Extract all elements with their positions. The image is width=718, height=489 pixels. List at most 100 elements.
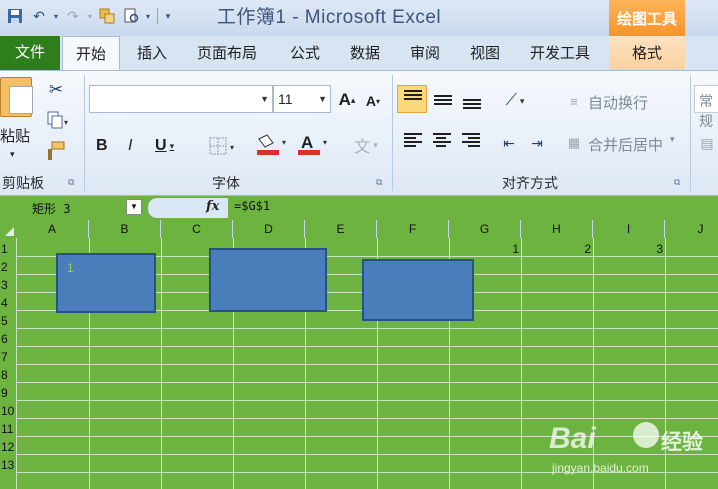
- align-left-icon[interactable]: [402, 133, 424, 153]
- drawing-tools-header: 绘图工具: [609, 0, 685, 36]
- tab-review[interactable]: 审阅: [398, 36, 452, 70]
- chevron-down-icon[interactable]: ▼: [126, 199, 142, 215]
- svg-text:▾: ▾: [64, 118, 68, 127]
- wrap-text-button[interactable]: 自动换行: [588, 92, 648, 113]
- font-name-combo[interactable]: ▼: [89, 85, 273, 113]
- watermark-brand: Bai: [549, 422, 596, 455]
- tab-data[interactable]: 数据: [338, 36, 392, 70]
- column-header-d[interactable]: D: [233, 220, 305, 238]
- column-header-e[interactable]: E: [305, 220, 377, 238]
- row-header-8[interactable]: 8: [0, 368, 16, 382]
- column-header-a[interactable]: A: [16, 220, 89, 238]
- decrease-indent-icon[interactable]: ⇤: [497, 131, 521, 155]
- number-format-combo[interactable]: 常规: [694, 85, 718, 129]
- row-header-5[interactable]: 5: [0, 314, 16, 328]
- align-right-icon[interactable]: [460, 133, 482, 153]
- wrap-text-icon: ≡: [570, 93, 578, 109]
- alignment-group-label: 对齐方式: [502, 175, 558, 191]
- increase-indent-icon[interactable]: ⇥: [525, 131, 549, 155]
- column-header-g[interactable]: G: [449, 220, 521, 238]
- orientation-icon[interactable]: ⟋ ▾: [498, 89, 532, 113]
- align-center-icon[interactable]: [431, 133, 453, 153]
- rectangle-shape-2[interactable]: [209, 248, 327, 312]
- insert-function-button[interactable]: fx: [206, 199, 219, 214]
- svg-text:▾: ▾: [230, 143, 234, 152]
- watermark-brand2: 经验: [661, 431, 703, 454]
- tab-insert[interactable]: 插入: [126, 36, 178, 70]
- name-box[interactable]: 矩形 3 ▼: [2, 198, 144, 218]
- row-header-2[interactable]: 2: [0, 260, 16, 274]
- font-launcher-icon[interactable]: ⧉: [376, 177, 382, 188]
- shrink-font-icon[interactable]: A ▾: [362, 91, 384, 111]
- chevron-down-icon: ▼: [260, 94, 269, 104]
- cell-h1[interactable]: 2: [521, 242, 591, 256]
- format-painter-icon[interactable]: [42, 139, 68, 163]
- borders-button[interactable]: ▾: [204, 133, 244, 159]
- alignment-launcher-icon[interactable]: ⧉: [674, 177, 680, 188]
- tab-file[interactable]: 文件: [0, 36, 60, 70]
- row-header-6[interactable]: 6: [0, 332, 16, 346]
- accounting-format-icon[interactable]: ▤: [696, 131, 718, 155]
- cut-icon[interactable]: ✂: [44, 79, 68, 101]
- shape-text: 1: [67, 261, 74, 275]
- tab-view[interactable]: 视图: [458, 36, 512, 70]
- tab-page-layout[interactable]: 页面布局: [186, 36, 268, 70]
- rectangle-shape-3[interactable]: [362, 259, 474, 321]
- italic-button[interactable]: I: [128, 133, 132, 159]
- select-all-button[interactable]: [0, 220, 16, 238]
- merge-center-button[interactable]: 合并后居中: [588, 134, 663, 155]
- clipboard-launcher-icon[interactable]: ⧉: [68, 177, 74, 188]
- font-size-combo[interactable]: 11 ▼: [273, 85, 331, 113]
- row-header-13[interactable]: 13: [0, 458, 16, 472]
- name-box-value: 矩形 3: [32, 202, 71, 216]
- rectangle-shape-1[interactable]: 1: [56, 253, 156, 313]
- font-group-label: 字体: [212, 175, 240, 191]
- row-header-1[interactable]: 1: [0, 242, 16, 256]
- underline-button[interactable]: U ▾: [155, 133, 174, 159]
- chevron-down-icon[interactable]: ▾: [670, 134, 675, 145]
- paste-icon: [0, 77, 33, 117]
- fill-color-button[interactable]: ▾: [253, 131, 293, 159]
- bold-label: B: [96, 137, 108, 154]
- gridline: [16, 364, 718, 365]
- row-header-9[interactable]: 9: [0, 386, 16, 400]
- svg-text:A: A: [301, 133, 313, 152]
- column-header-j[interactable]: J: [665, 220, 718, 238]
- column-header-h[interactable]: H: [521, 220, 593, 238]
- row-header-7[interactable]: 7: [0, 350, 16, 364]
- cell-i1[interactable]: 3: [593, 242, 663, 256]
- top-align-button[interactable]: [397, 85, 427, 113]
- font-color-button[interactable]: A ▾: [294, 131, 334, 159]
- middle-align-icon[interactable]: [432, 95, 454, 115]
- phonetic-guide-icon[interactable]: 文 ▾: [345, 131, 387, 159]
- watermark-url: jingyan.baidu.com: [552, 461, 649, 475]
- tab-format[interactable]: 格式: [609, 36, 685, 70]
- column-header-f[interactable]: F: [377, 220, 449, 238]
- title-bar: ↶ ▾ ↷ ▾ ▾ ▾ 工作簿1 - Microsoft Excel 绘图工具: [0, 0, 718, 36]
- ribbon-tabs: 文件 开始 插入 页面布局 公式 数据 审阅 视图 开发工具 格式: [0, 36, 718, 70]
- tab-home[interactable]: 开始: [62, 36, 120, 70]
- row-header-4[interactable]: 4: [0, 296, 16, 310]
- svg-text:▾: ▾: [323, 138, 327, 147]
- gridline: [16, 346, 718, 347]
- row-header-3[interactable]: 3: [0, 278, 16, 292]
- row-header-12[interactable]: 12: [0, 440, 16, 454]
- cell-g1[interactable]: 1: [449, 242, 519, 256]
- copy-icon[interactable]: ▾: [42, 109, 74, 131]
- bottom-align-icon[interactable]: [461, 99, 483, 119]
- row-header-10[interactable]: 10: [0, 404, 16, 418]
- column-header-c[interactable]: C: [161, 220, 233, 238]
- tab-developer[interactable]: 开发工具: [518, 36, 602, 70]
- grow-font-icon[interactable]: A ▴: [336, 89, 358, 111]
- bold-button[interactable]: B: [96, 133, 108, 159]
- row-header-11[interactable]: 11: [0, 422, 16, 436]
- top-align-icon: [402, 90, 424, 110]
- gridline: [16, 400, 718, 401]
- tab-formulas[interactable]: 公式: [278, 36, 332, 70]
- column-header-b[interactable]: B: [89, 220, 161, 238]
- formula-input[interactable]: =$G$1: [234, 199, 270, 213]
- column-header-i[interactable]: I: [593, 220, 665, 238]
- paste-button[interactable]: 粘贴 ▾: [0, 75, 36, 167]
- svg-text:▾: ▾: [282, 138, 286, 147]
- chevron-down-icon: ▾: [169, 140, 175, 151]
